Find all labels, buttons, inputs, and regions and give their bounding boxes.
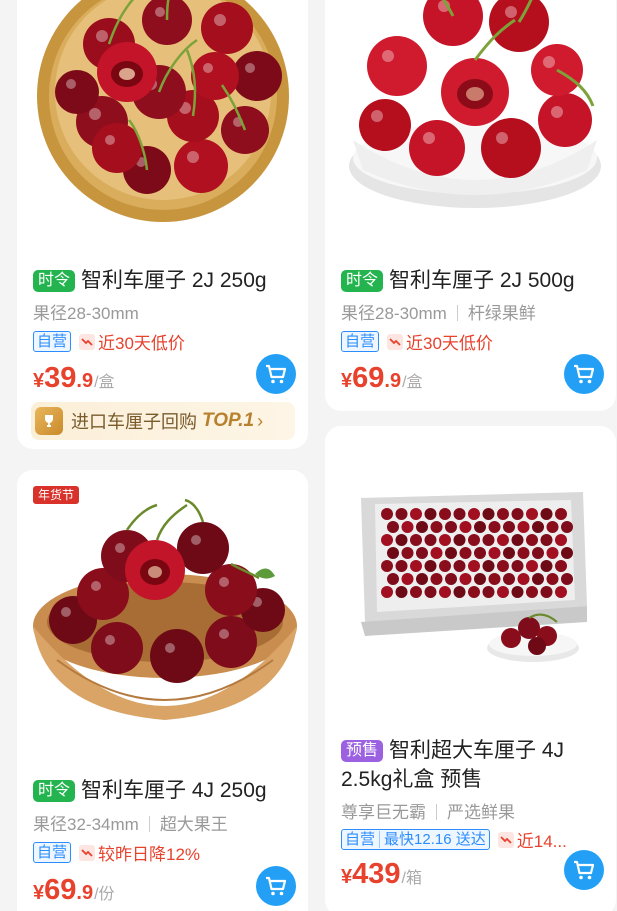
- add-to-cart-button[interactable]: [564, 354, 604, 394]
- spec-extra-text: 杆绿果鲜: [467, 304, 536, 323]
- price-integer: 39: [44, 362, 77, 394]
- price-integer: 69: [44, 874, 77, 906]
- chevron-right-icon: ›: [257, 410, 264, 431]
- trend-text: 近30天低价: [406, 334, 493, 353]
- product-spec: 果径32-34mm 超大果王: [33, 810, 298, 835]
- price-currency: ¥: [33, 370, 45, 392]
- rank-top: TOP.1: [202, 410, 255, 431]
- price-unit: /盒: [94, 374, 115, 391]
- price: ¥39.9/盒: [33, 362, 115, 395]
- price-trend: 较昨日降12%: [79, 840, 200, 865]
- delivery-time-text: 最快12.16 送达: [379, 831, 486, 848]
- price-trend: 近30天低价: [387, 329, 493, 354]
- product-card-1[interactable]: 时令 智利车厘子 2J 250g 果径28-30mm 自营 近30天低价 ¥39.…: [17, 0, 308, 449]
- self-operated-badge: 自营 最快12.16 送达: [341, 829, 490, 850]
- shopping-cart-icon: [266, 876, 287, 896]
- trophy-icon: [35, 407, 63, 435]
- price-decimal: .9: [76, 370, 94, 392]
- spec-text: 果径28-30mm: [33, 304, 139, 323]
- product-title[interactable]: 时令 智利车厘子 2J 500g: [341, 266, 606, 295]
- price-currency: ¥: [341, 370, 353, 392]
- self-badge-label: 自营: [345, 831, 376, 848]
- trend-text: 较昨日降12%: [98, 845, 201, 864]
- product-name: 智利车厘子 4J 250g: [81, 779, 267, 802]
- badge-row: 自营 近30天低价: [341, 329, 606, 354]
- festival-badge: 年货节: [33, 486, 80, 504]
- product-name: 智利车厘子 2J 500g: [389, 269, 575, 292]
- product-card-4[interactable]: 预售 智利超大车厘子 4J 2.5kg礼盒 预售 尊享巨无霸 严选鲜果 自营 最快12…: [325, 426, 616, 911]
- product-card-3[interactable]: 年货节 时令 智利车厘子 4J 250g 果径32-34mm 超大果王 自营 较昨日…: [17, 470, 308, 911]
- spec-extra-text: 严选鲜果: [447, 803, 515, 822]
- spec-text: 果径28-30mm: [341, 304, 447, 323]
- spec-extra-text: 超大果王: [159, 815, 228, 834]
- price: ¥439/箱: [341, 858, 422, 891]
- product-card-2[interactable]: 时令 智利车厘子 2J 500g 果径28-30mm 杆绿果鲜 自营 近30天低价 …: [325, 0, 616, 411]
- seasonal-tag: 时令: [33, 780, 76, 802]
- self-operated-badge: 自营: [33, 842, 72, 863]
- trend-text: 近30天低价: [98, 334, 185, 353]
- product-title[interactable]: 预售 智利超大车厘子 4J 2.5kg礼盒 预售: [341, 736, 606, 794]
- seasonal-tag: 时令: [341, 270, 384, 292]
- rank-text: 进口车厘子回购: [71, 412, 197, 432]
- product-spec: 果径28-30mm 杆绿果鲜: [341, 299, 606, 324]
- product-image[interactable]: [17, 470, 308, 745]
- shopping-cart-icon: [574, 364, 595, 384]
- divider: [456, 305, 458, 321]
- product-image[interactable]: [325, 426, 616, 716]
- price-currency: ¥: [341, 866, 353, 888]
- shopping-cart-icon: [574, 860, 595, 880]
- price-down-trend-icon: [79, 844, 96, 861]
- product-title[interactable]: 时令 智利车厘子 4J 250g: [33, 776, 298, 805]
- divider: [148, 816, 150, 832]
- price-trend: 近14...: [497, 827, 567, 852]
- spec-text: 果径32-34mm: [33, 815, 139, 834]
- price-trend: 近30天低价: [79, 329, 185, 354]
- price: ¥69.9/盒: [341, 362, 423, 395]
- badge-row: 自营 最快12.16 送达 近14...: [341, 827, 606, 852]
- price-down-trend-icon: [387, 333, 404, 350]
- product-spec: 果径28-30mm: [33, 299, 298, 324]
- seasonal-tag: 时令: [33, 270, 76, 292]
- spec-text: 尊享巨无霸: [341, 803, 426, 822]
- price-down-trend-icon: [79, 333, 96, 350]
- price-unit: /盒: [402, 374, 423, 391]
- add-to-cart-button[interactable]: [256, 354, 296, 394]
- product-image[interactable]: [17, 0, 308, 242]
- add-to-cart-button[interactable]: [256, 866, 296, 906]
- price-integer: 439: [352, 858, 401, 890]
- price-currency: ¥: [33, 882, 45, 904]
- price: ¥69.9/份: [33, 874, 115, 907]
- price-decimal: .9: [384, 370, 402, 392]
- price-decimal: .9: [76, 882, 94, 904]
- add-to-cart-button[interactable]: [564, 850, 604, 890]
- product-spec: 尊享巨无霸 严选鲜果: [341, 798, 606, 823]
- price-down-trend-icon: [497, 831, 514, 848]
- product-title[interactable]: 时令 智利车厘子 2J 250g: [33, 266, 298, 295]
- price-unit: /箱: [401, 870, 422, 887]
- badge-row: 自营 较昨日降12%: [33, 840, 298, 865]
- divider: [436, 804, 437, 820]
- self-operated-badge: 自营: [33, 331, 72, 352]
- price-unit: /份: [94, 886, 115, 903]
- badge-row: 自营 近30天低价: [33, 329, 298, 354]
- price-integer: 69: [352, 362, 385, 394]
- product-name: 智利车厘子 2J 250g: [81, 269, 267, 292]
- product-image[interactable]: [325, 0, 616, 242]
- repurchase-rank-banner[interactable]: 进口车厘子回购 TOP.1 ›: [31, 402, 295, 440]
- presale-tag: 预售: [341, 740, 384, 762]
- shopping-cart-icon: [266, 364, 287, 384]
- trend-text: 近14...: [516, 832, 567, 851]
- self-operated-badge: 自营: [341, 331, 380, 352]
